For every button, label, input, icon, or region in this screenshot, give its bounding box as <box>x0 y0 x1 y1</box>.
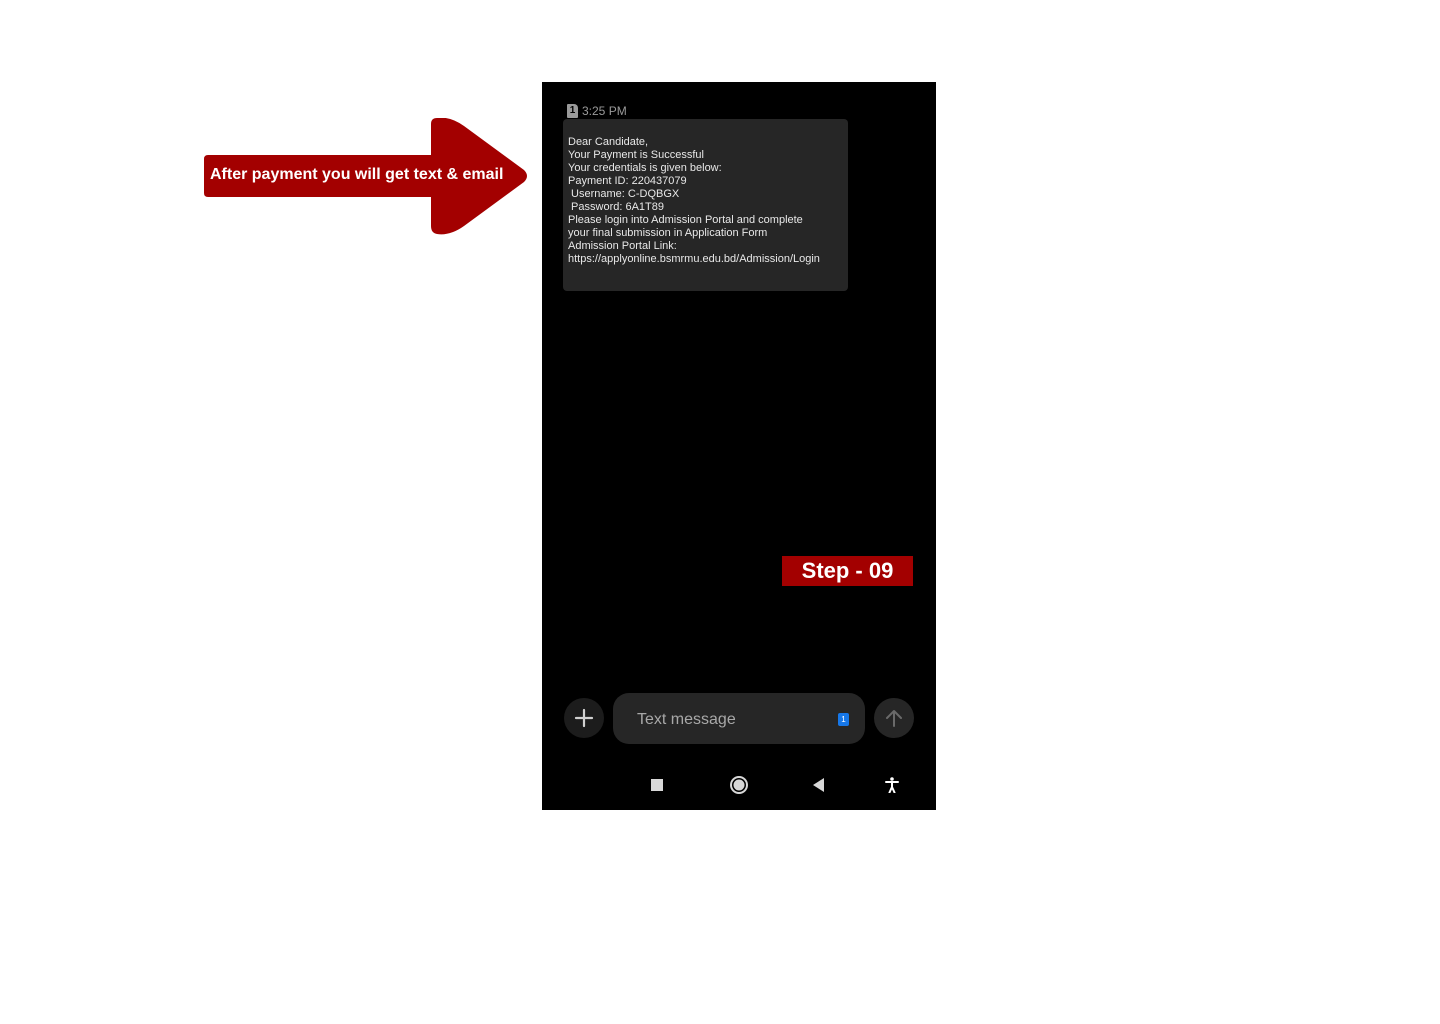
message-line: your final submission in Application For… <box>568 227 768 239</box>
home-circle-icon <box>730 776 748 794</box>
message-line: Your Payment is Successful <box>568 149 704 161</box>
message-field[interactable]: 1 <box>613 693 865 746</box>
message-line: Admission Portal Link: <box>568 240 677 252</box>
message-line: Your credentials is given below: <box>568 162 722 174</box>
callout-arrow: After payment you will get text & email <box>204 118 530 236</box>
message-line: Please login into Admission Portal and c… <box>568 214 803 226</box>
sim-select-chip[interactable]: 1 <box>838 713 849 726</box>
message-line: Username: C-DQBGX <box>568 188 680 200</box>
system-nav-bar <box>542 770 936 800</box>
message-line: Password: 6A1T89 <box>568 201 664 213</box>
send-button[interactable] <box>874 698 914 738</box>
message-line: Payment ID: 220437079 <box>568 175 687 187</box>
plus-icon <box>574 708 594 728</box>
sim-icon: 1 <box>567 104 578 118</box>
accessibility-button[interactable] <box>877 770 907 800</box>
step-badge: Step - 09 <box>782 556 913 586</box>
message-header: 1 3:25 PM <box>567 103 627 119</box>
portal-link[interactable]: https://applyonline.bsmrmu.edu.bd/Admiss… <box>568 253 846 266</box>
message-time: 3:25 PM <box>582 104 627 118</box>
back-button[interactable] <box>804 770 834 800</box>
back-triangle-icon <box>813 778 824 792</box>
sim-number: 1 <box>569 105 576 116</box>
compose-bar: 1 <box>542 693 936 746</box>
attach-button[interactable] <box>564 698 604 738</box>
phone-screen: 1 3:25 PM Dear Candidate, Your Payment i… <box>542 82 936 810</box>
message-input[interactable] <box>635 693 829 746</box>
home-button[interactable] <box>724 770 754 800</box>
callout-text: After payment you will get text & email <box>210 166 504 183</box>
message-line: Dear Candidate, <box>568 136 649 148</box>
recents-square-icon <box>651 779 663 791</box>
message-body: Dear Candidate, Your Payment is Successf… <box>568 136 846 266</box>
accessibility-icon <box>885 777 899 793</box>
message-bubble[interactable]: Dear Candidate, Your Payment is Successf… <box>563 119 848 291</box>
arrow-up-icon <box>886 710 902 727</box>
recents-button[interactable] <box>642 770 672 800</box>
